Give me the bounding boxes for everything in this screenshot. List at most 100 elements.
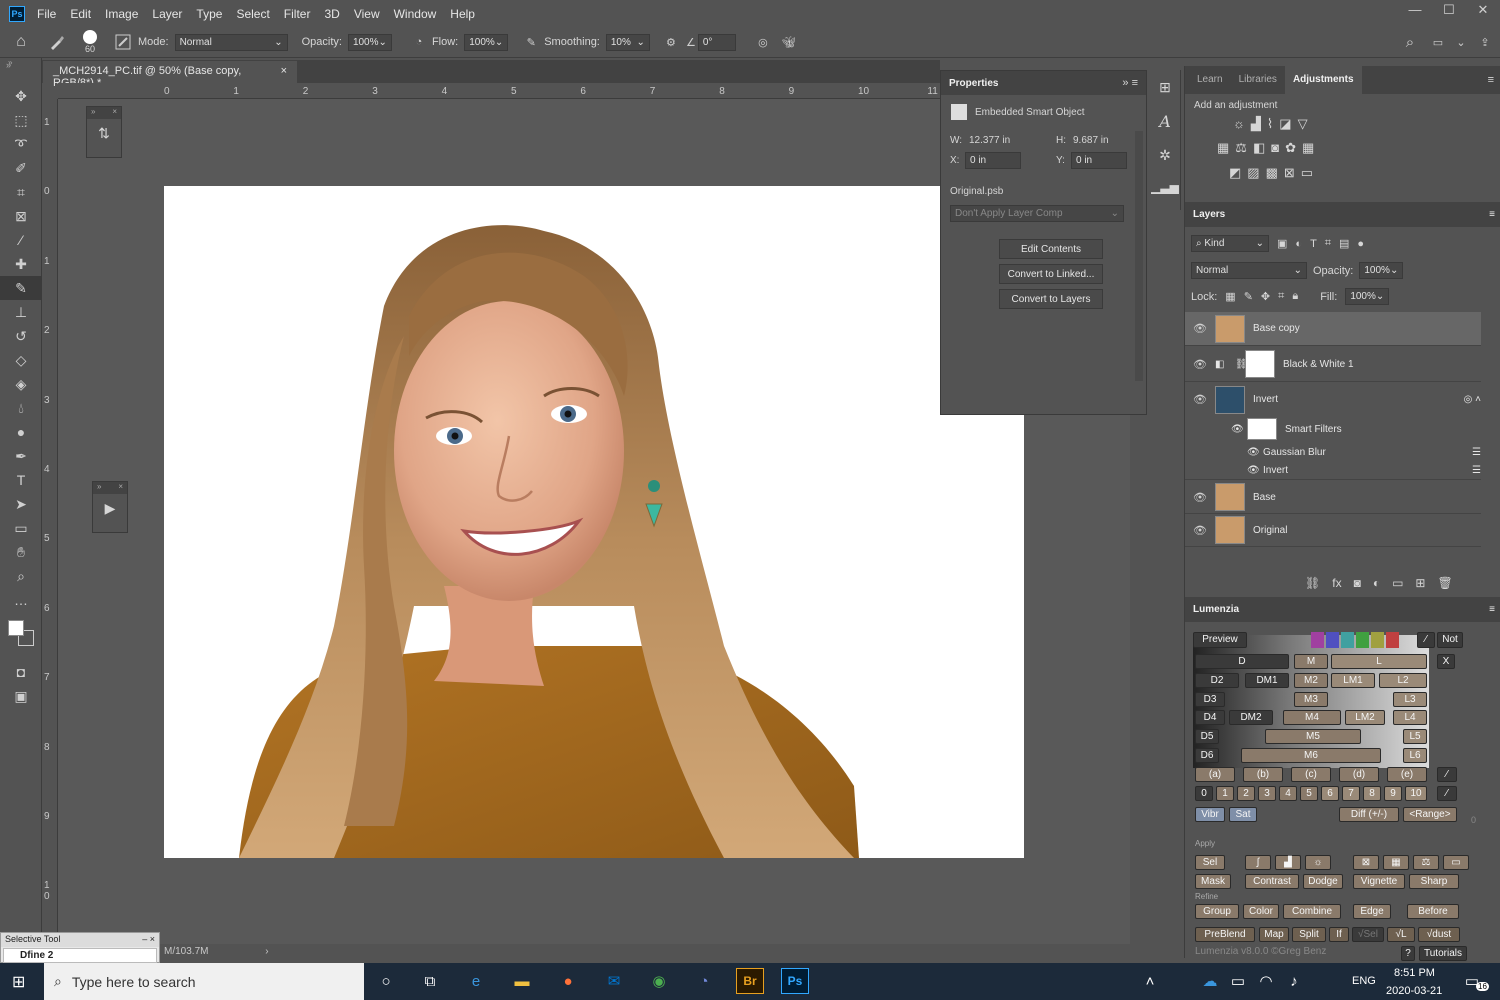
eye-icon[interactable]: 👁︎ (1231, 424, 1247, 435)
h-value[interactable]: 9.687 in (1073, 135, 1109, 146)
levels-apply-icon[interactable]: ▟ (1275, 855, 1301, 870)
blur-tool-icon[interactable]: 💧︎ (0, 396, 42, 420)
zone-b-button[interactable]: (b) (1243, 767, 1283, 782)
check-dust-button[interactable]: √dust (1418, 927, 1460, 942)
tab-libraries[interactable]: Libraries (1231, 66, 1285, 94)
contrast-button[interactable]: Contrast (1245, 874, 1299, 889)
chrome-icon[interactable]: ◉ (645, 968, 673, 994)
frame-tool-icon[interactable]: ⊠ (0, 204, 42, 228)
zone-e-button[interactable]: (e) (1387, 767, 1427, 782)
smart-filters-row[interactable]: 👁︎ Smart Filters (1185, 416, 1481, 442)
num-3-button[interactable]: 3 (1258, 786, 1276, 801)
histogram-panel-icon[interactable]: ▁▃▅ (1150, 172, 1180, 202)
search-icon[interactable]: ⌕ (1396, 34, 1424, 51)
task-view-icon[interactable]: ⧉ (416, 968, 444, 994)
expand-icon[interactable]: » (97, 482, 101, 494)
layer-comp-select[interactable]: Don't Apply Layer Comp ⌄ (950, 205, 1124, 222)
preblend-button[interactable]: PreBlend (1195, 927, 1255, 942)
tab-learn[interactable]: Learn (1189, 66, 1231, 94)
language-indicator[interactable]: ENG (1352, 975, 1376, 987)
black-white-icon[interactable]: ◧ (1253, 140, 1265, 156)
vibrance-icon[interactable]: ▽ (1298, 116, 1308, 132)
close-icon[interactable]: – × (142, 934, 155, 946)
menu-select[interactable]: Select (236, 7, 269, 21)
kind-filter-select[interactable]: ⌕ Kind ⌄ (1191, 235, 1269, 252)
lumenzia-d[interactable]: D (1195, 654, 1289, 669)
clock-date[interactable]: 2020-03-21 (1386, 985, 1442, 997)
clock-time[interactable]: 8:51 PM (1394, 967, 1435, 979)
yellow-swatch[interactable] (1371, 632, 1384, 648)
threshold-icon[interactable]: ▩ (1266, 165, 1278, 181)
document-canvas[interactable] (164, 186, 1024, 858)
foreground-color-swatch[interactable] (8, 620, 24, 636)
menu-help[interactable]: Help (450, 7, 475, 21)
smart-filter-icon[interactable]: ▤ (1339, 237, 1349, 250)
num-6-button[interactable]: 6 (1321, 786, 1339, 801)
magenta-swatch[interactable] (1311, 632, 1324, 648)
crop-tool-icon[interactable]: ⌗ (0, 180, 42, 204)
path-selection-tool-icon[interactable]: ➤ (0, 492, 42, 516)
rectangle-tool-icon[interactable]: ▭ (0, 516, 42, 540)
lumenzia-d4[interactable]: D4 (1195, 710, 1225, 725)
photo-filter-icon[interactable]: ◙ (1271, 140, 1279, 156)
brush-settings-icon[interactable] (108, 34, 138, 50)
tutorials-button[interactable]: Tutorials (1419, 946, 1467, 961)
tab-adjustments[interactable]: Adjustments (1284, 66, 1362, 94)
lumenzia-l5[interactable]: L5 (1403, 729, 1427, 744)
green-swatch[interactable] (1356, 632, 1369, 648)
type-tool-icon[interactable]: T (0, 468, 42, 492)
onedrive-icon[interactable]: ☁ (1196, 968, 1224, 994)
layer-opacity-field[interactable]: 100% ⌄ (1359, 262, 1404, 279)
share-icon[interactable]: ⇪ (1470, 36, 1500, 49)
lock-transparency-icon[interactable]: ▦ (1225, 290, 1235, 303)
menu-type[interactable]: Type (196, 7, 222, 21)
if-button[interactable]: If (1329, 927, 1349, 942)
zoom-tool-icon[interactable]: ⌕ (0, 564, 42, 588)
filter-options-icon[interactable]: ☰ (1472, 447, 1481, 458)
lumenzia-m4[interactable]: M4 (1283, 710, 1341, 725)
color-lookup-icon[interactable]: ▦ (1302, 140, 1314, 156)
properties-scrollbar[interactable] (1135, 131, 1143, 381)
lumenzia-d3[interactable]: D3 (1195, 692, 1225, 707)
lumenzia-m6[interactable]: M6 (1241, 748, 1381, 763)
hand-tool-icon[interactable]: ✋︎ (0, 540, 42, 564)
lumenzia-d6[interactable]: D6 (1195, 748, 1219, 763)
clone-stamp-tool-icon[interactable]: ⊥ (0, 300, 42, 324)
expand-panels-icon[interactable]: » (6, 60, 11, 70)
link-layers-icon[interactable]: ⛓ (1305, 576, 1320, 590)
add-mask-icon[interactable]: ◙ (1354, 576, 1361, 590)
lock-position-icon[interactable]: ✥ (1261, 290, 1270, 303)
marquee-tool-icon[interactable]: ⬚ (0, 108, 42, 132)
eraser-tool-icon[interactable]: ◇ (0, 348, 42, 372)
y-field[interactable]: 0 in (1071, 152, 1127, 169)
filter-row[interactable]: 👁︎ Invert ☰ (1185, 462, 1481, 480)
menu-edit[interactable]: Edit (70, 7, 91, 21)
zone-c-button[interactable]: (c) (1291, 767, 1331, 782)
lumenzia-lm2[interactable]: LM2 (1345, 710, 1385, 725)
lock-all-icon[interactable]: 🔒︎ (1292, 290, 1298, 303)
photoshop-taskbar-icon[interactable]: Ps (781, 968, 809, 994)
angle-field[interactable]: 0° (697, 33, 736, 51)
num-5-button[interactable]: 5 (1300, 786, 1318, 801)
firefox-icon[interactable]: ● (554, 968, 582, 994)
healing-brush-tool-icon[interactable]: ✚ (0, 252, 42, 276)
lumenzia-l6[interactable]: L6 (1403, 748, 1427, 763)
layer-row[interactable]: 👁︎ ◧ ⛓ Black & White 1 (1185, 347, 1481, 382)
color-button[interactable]: Color (1243, 904, 1279, 919)
layer-row[interactable]: 👁︎ Original (1185, 514, 1481, 547)
menu-view[interactable]: View (354, 7, 380, 21)
filter-row[interactable]: 👁︎ Gaussian Blur ☰ (1185, 444, 1481, 460)
diff-button[interactable]: Diff (+/-) (1339, 807, 1399, 822)
eye-icon[interactable]: 👁︎ (1185, 524, 1215, 537)
close-icon[interactable]: × (118, 482, 123, 494)
filter-toggle-icon[interactable]: ● (1357, 238, 1364, 250)
preview-select[interactable]: Preview (1193, 632, 1247, 648)
panel-menu-icon[interactable]: ≡ (1489, 209, 1495, 220)
edge-browser-icon[interactable]: e (462, 968, 490, 994)
outlook-icon[interactable]: ✉ (600, 968, 628, 994)
num-1-button[interactable]: 1 (1216, 786, 1234, 801)
channel-mixer-icon[interactable]: ✿ (1285, 140, 1296, 156)
paint-bucket-tool-icon[interactable]: ◈ (0, 372, 42, 396)
sat-button[interactable]: Sat (1229, 807, 1257, 822)
menu-layer[interactable]: Layer (152, 7, 182, 21)
